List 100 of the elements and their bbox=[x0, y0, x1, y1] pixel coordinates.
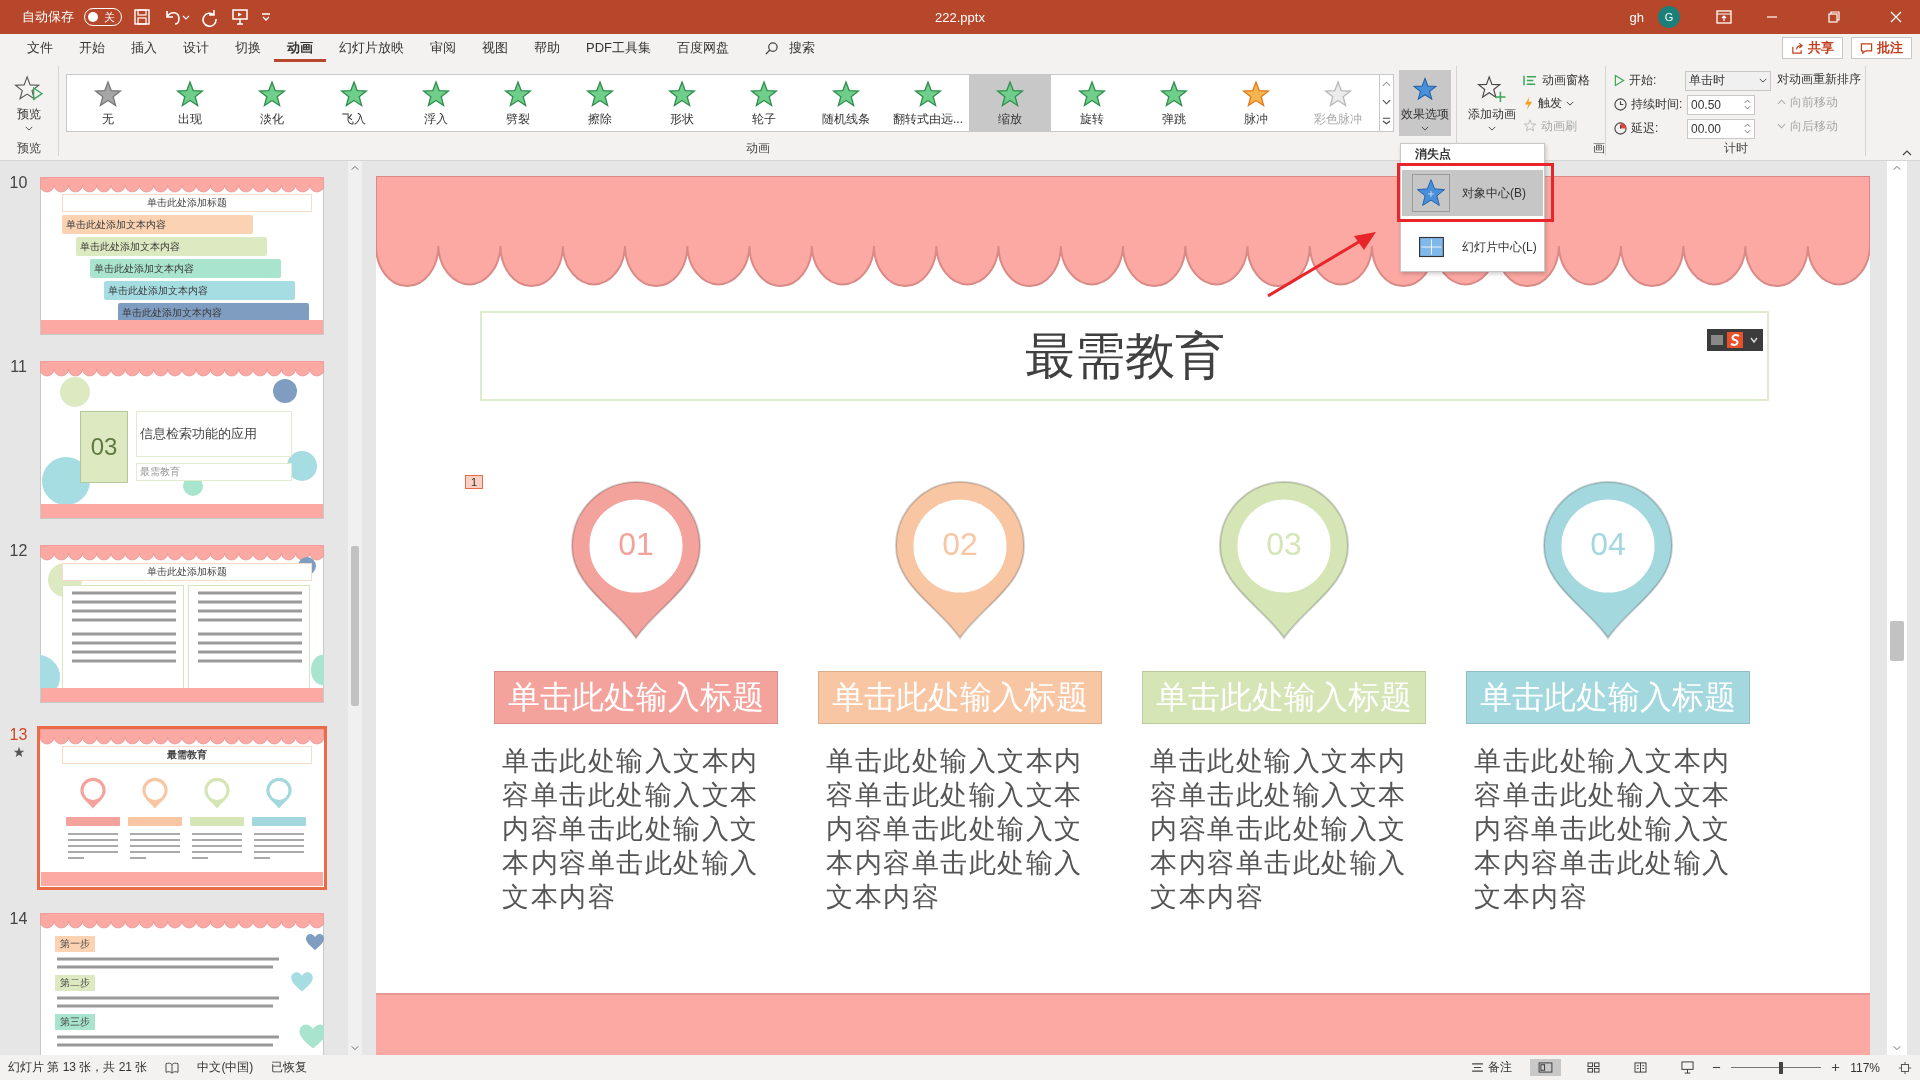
gallery-scroll[interactable] bbox=[1380, 74, 1394, 132]
zoom-slider-thumb[interactable] bbox=[1778, 1061, 1783, 1074]
menu-item[interactable]: 对象中心(B) bbox=[1402, 170, 1543, 216]
add-animation-button[interactable]: 添加动画 bbox=[1461, 71, 1523, 135]
animation-option[interactable]: 劈裂 bbox=[477, 75, 559, 131]
menu-tab[interactable]: 切换 bbox=[222, 35, 274, 61]
start-dropdown[interactable]: 单击时 bbox=[1685, 70, 1771, 91]
slide-thumbnail[interactable]: 单击此处添加标题 单击此处添加文本内容 单击此处添加文本内容 单击此处添加文本内容 单击此处添加文本内容 单击此处添加文本内容 bbox=[37, 174, 327, 338]
star-icon bbox=[91, 78, 125, 109]
scrollbar-thumb[interactable] bbox=[351, 546, 359, 706]
circle-shape bbox=[273, 379, 297, 403]
map-pin-icon bbox=[79, 777, 107, 809]
notes-button[interactable]: 备注 bbox=[1471, 1059, 1513, 1076]
heart-icon bbox=[305, 933, 324, 951]
animation-option[interactable]: 浮入 bbox=[395, 75, 477, 131]
animation-pane-button[interactable]: 动画窗格 bbox=[1523, 70, 1590, 90]
animation-option[interactable]: 旋转 bbox=[1051, 75, 1133, 131]
menu-tab[interactable]: 文件 bbox=[14, 35, 66, 61]
comments-button[interactable]: 批注 bbox=[1851, 37, 1912, 59]
input-toolbar-icon[interactable] bbox=[1707, 329, 1763, 351]
normal-view-button[interactable] bbox=[1530, 1059, 1562, 1076]
animation-option[interactable]: 脉冲 bbox=[1215, 75, 1297, 131]
star-icon bbox=[665, 78, 699, 109]
star-icon bbox=[337, 78, 371, 109]
slide-thumbnail[interactable]: 最需教育 bbox=[37, 726, 327, 890]
save-icon[interactable] bbox=[132, 7, 152, 27]
slide-thumbnail[interactable]: 03 信息检索功能的应用 最需教育 bbox=[37, 358, 327, 522]
step-label: 第二步 bbox=[55, 975, 95, 991]
animation-option[interactable]: 无 bbox=[67, 75, 149, 131]
menu-tab[interactable]: PDF工具集 bbox=[573, 35, 664, 61]
up-caret-icon bbox=[1777, 99, 1786, 105]
effect-options-button[interactable]: 效果选项 bbox=[1399, 70, 1451, 136]
group-label: 画 bbox=[1593, 140, 1605, 156]
menu-tab[interactable]: 视图 bbox=[469, 35, 521, 61]
star-icon bbox=[1239, 78, 1273, 109]
zoom-percent[interactable]: 117% bbox=[1850, 1060, 1880, 1075]
star-icon bbox=[911, 78, 945, 109]
animation-option[interactable]: 擦除 bbox=[559, 75, 641, 131]
heading-bar: 单击此处输入标题 bbox=[818, 671, 1102, 724]
menu-tab[interactable]: 插入 bbox=[118, 35, 170, 61]
normal-view-icon bbox=[1538, 1062, 1554, 1073]
title-placeholder: 单击此处添加标题 bbox=[62, 194, 312, 212]
ribbon-display-icon[interactable] bbox=[1714, 7, 1734, 27]
menu-item[interactable]: 幻灯片中心(L) bbox=[1402, 224, 1543, 270]
animation-option[interactable]: 轮子 bbox=[723, 75, 805, 131]
menu-tab[interactable]: 幻灯片放映 bbox=[326, 35, 417, 61]
animation-option[interactable]: 淡化 bbox=[231, 75, 313, 131]
animation-option[interactable]: 缩放 bbox=[969, 75, 1051, 131]
star-icon bbox=[1523, 119, 1537, 133]
animation-option[interactable]: 飞入 bbox=[313, 75, 395, 131]
user-avatar[interactable]: G bbox=[1658, 6, 1680, 28]
collapse-ribbon-icon[interactable] bbox=[1902, 150, 1912, 156]
share-button[interactable]: 共享 bbox=[1782, 37, 1843, 59]
menu-tab[interactable]: 百度网盘 bbox=[664, 35, 742, 61]
scrollbar-thumb[interactable] bbox=[1890, 621, 1904, 661]
slide-thumbnail[interactable]: 单击此处添加标题 bbox=[37, 542, 327, 706]
duration-label: 持续时间: bbox=[1631, 96, 1683, 113]
trigger-button[interactable]: 触发 bbox=[1523, 93, 1590, 113]
animation-option[interactable]: 形状 bbox=[641, 75, 723, 131]
animation-option[interactable]: 弹跳 bbox=[1133, 75, 1215, 131]
search-box[interactable]: 搜索 bbox=[764, 39, 815, 57]
slide-thumbnail[interactable]: 第一步 第二步 第三步 bbox=[37, 910, 327, 1055]
slide-number: 14 bbox=[9, 910, 28, 928]
map-pin-icon bbox=[203, 777, 231, 809]
language-label[interactable]: 中文(中国) bbox=[197, 1059, 254, 1076]
heading-bar: 单击此处输入标题 bbox=[1142, 671, 1426, 724]
menu-tab[interactable]: 帮助 bbox=[521, 35, 573, 61]
presentation-icon[interactable] bbox=[230, 7, 250, 27]
text-lines-drawing bbox=[130, 832, 180, 862]
heading-bar bbox=[190, 817, 244, 826]
zoom-in-icon[interactable] bbox=[1831, 1063, 1841, 1072]
delay-spinner[interactable]: 00.00 bbox=[1687, 118, 1755, 139]
customize-caret-icon[interactable] bbox=[260, 11, 272, 23]
thumbnail-scrollbar[interactable] bbox=[348, 161, 362, 1055]
delay-label: 延迟: bbox=[1631, 120, 1660, 137]
duration-spinner[interactable]: 00.50 bbox=[1687, 94, 1755, 115]
redo-icon[interactable] bbox=[200, 7, 220, 27]
animation-option[interactable]: 翻转式由远... bbox=[887, 75, 969, 131]
heading-bar: 单击此处输入标题 bbox=[1466, 671, 1750, 724]
menu-tab[interactable]: 审阅 bbox=[417, 35, 469, 61]
fit-to-window-icon[interactable] bbox=[1898, 1060, 1912, 1075]
animation-option[interactable]: 出现 bbox=[149, 75, 231, 131]
menu-tab[interactable]: 设计 bbox=[170, 35, 222, 61]
step-label: 第三步 bbox=[55, 1014, 95, 1030]
reorder-label: 对动画重新排序 bbox=[1777, 71, 1861, 88]
scroll-down-icon[interactable] bbox=[1382, 99, 1391, 105]
text-lines-drawing bbox=[68, 832, 118, 862]
body-text: 单击此处输入文本内容单击此处输入文本内容单击此处输入文本内容单击此处输入文本内容 bbox=[826, 745, 1084, 914]
map-pin-icon bbox=[265, 777, 293, 809]
book-icon[interactable] bbox=[165, 1061, 180, 1074]
animation-option[interactable]: 随机线条 bbox=[805, 75, 887, 131]
list-icon bbox=[1523, 73, 1538, 87]
caret-icon bbox=[1777, 123, 1786, 129]
heading-bar bbox=[66, 817, 120, 826]
group-label: 动画 bbox=[745, 140, 770, 156]
gallery-more-icon[interactable] bbox=[1382, 117, 1391, 125]
text-bar: 单击此处添加文本内容 bbox=[62, 215, 253, 234]
preview-button[interactable]: 预览 bbox=[10, 71, 48, 135]
slide-scrollbar[interactable] bbox=[1887, 161, 1907, 1055]
menu-tab[interactable]: 开始 bbox=[66, 35, 118, 61]
